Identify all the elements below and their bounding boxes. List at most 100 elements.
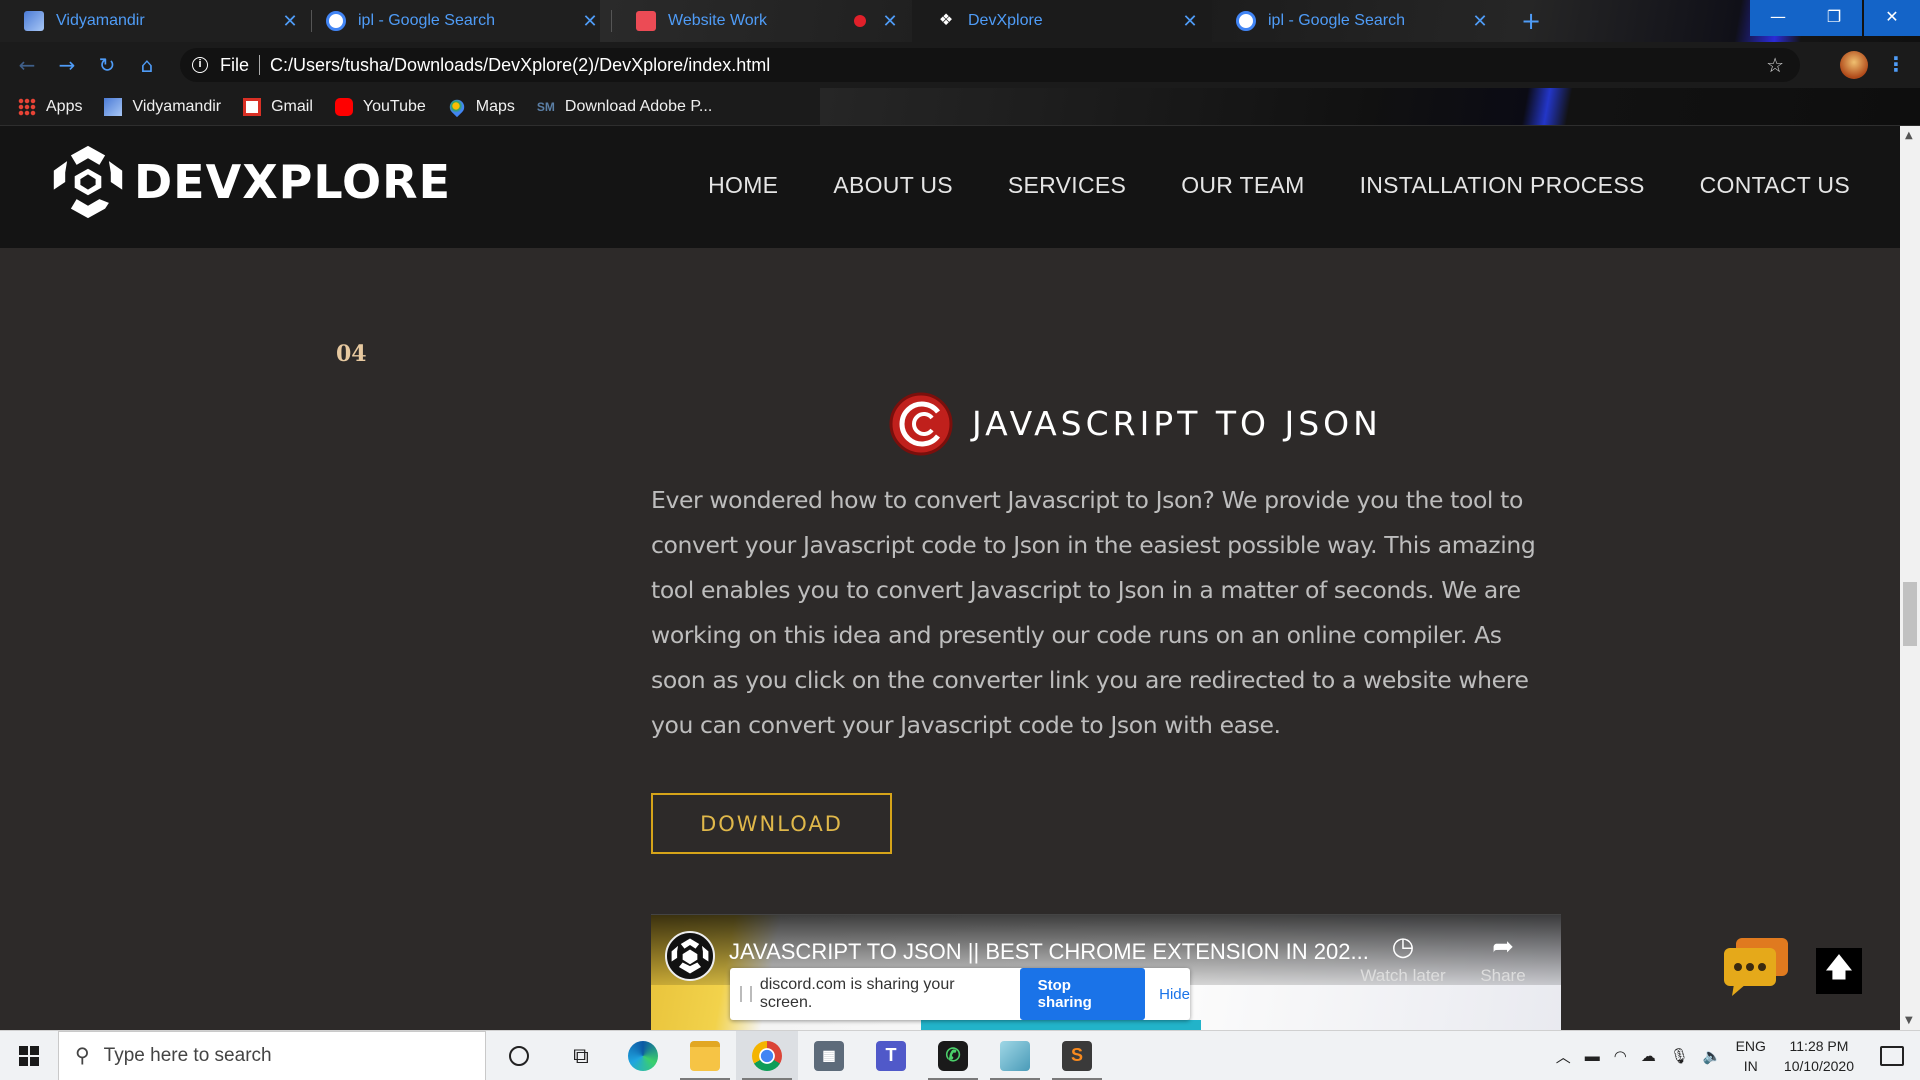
watch-later-label: Watch later	[1360, 966, 1446, 985]
teams-button[interactable]: T	[860, 1031, 922, 1080]
back-arrow-icon[interactable]: ←	[14, 52, 40, 78]
close-icon[interactable]: ✕	[1180, 11, 1200, 32]
screen-share-notification: discord.com is sharing your screen. Stop…	[730, 968, 1190, 1020]
bookmark-youtube[interactable]: YouTube	[334, 97, 426, 116]
teams-icon: T	[876, 1040, 906, 1071]
close-icon[interactable]: ✕	[1470, 11, 1490, 32]
tab-website-work[interactable]: Website Work ✕	[612, 0, 912, 42]
watch-later-button[interactable]: ◷ Watch later	[1358, 931, 1448, 986]
nav-about-us[interactable]: ABOUT US	[833, 172, 953, 199]
scroll-up-icon[interactable]: ▲	[1905, 130, 1913, 141]
bookmarks-bar: Apps Vidyamandir Gmail YouTube Maps SM D…	[0, 88, 1920, 126]
start-button[interactable]	[0, 1031, 58, 1080]
bookmark-apps[interactable]: Apps	[18, 97, 82, 116]
drag-handle-icon[interactable]	[740, 986, 752, 1002]
bookmark-label: Download Adobe P...	[564, 97, 713, 115]
share-label: Share	[1480, 966, 1526, 985]
notepad-button[interactable]	[984, 1031, 1046, 1080]
site-logo[interactable]: DEVXPLORE	[50, 144, 451, 220]
scrollbar-thumb[interactable]	[1903, 582, 1917, 646]
page-scrollbar[interactable]: ▲ ▼	[1900, 126, 1920, 1030]
battery-icon[interactable]: ▬	[1585, 1048, 1600, 1065]
nav-home[interactable]: HOME	[708, 172, 778, 199]
minimize-button[interactable]: —	[1750, 0, 1806, 36]
stop-sharing-button[interactable]: Stop sharing	[1019, 968, 1146, 1020]
bookmark-label: YouTube	[362, 97, 426, 115]
scroll-to-top-button[interactable]: 🡅	[1816, 948, 1862, 994]
bookmark-star-icon[interactable]: ☆	[1766, 53, 1784, 78]
apps-grid-icon	[18, 97, 36, 116]
taskbar-apps: ⧉ ▦ T ✆ S	[488, 1030, 1108, 1080]
bookmark-gmail[interactable]: Gmail	[243, 97, 313, 116]
home-icon[interactable]: ⌂	[134, 52, 160, 78]
calculator-icon: ▦	[814, 1040, 844, 1071]
devxplore-favicon: ❖	[938, 12, 954, 29]
file-explorer-button[interactable]	[674, 1031, 736, 1080]
logo-wordmark: DEVXPLORE	[134, 155, 452, 209]
url-text[interactable]: C:/Users/tusha/Downloads/DevXplore(2)/De…	[270, 55, 770, 76]
video-thumbnail-accent	[921, 1020, 1201, 1030]
kebab-menu-icon[interactable]: ⋮	[1886, 52, 1906, 76]
language-code: ENG	[1735, 1038, 1766, 1054]
restore-button[interactable]: ❐	[1806, 0, 1862, 36]
clock-time: 11:28 PM	[1789, 1038, 1849, 1054]
tab-title: ipl - Google Search	[1268, 12, 1405, 29]
system-clock[interactable]: 11:28 PM 10/10/2020	[1784, 1036, 1854, 1076]
close-icon[interactable]: ✕	[580, 11, 600, 32]
whatsapp-button[interactable]: ✆	[922, 1031, 984, 1080]
tab-vidyamandir[interactable]: Vidyamandir ✕	[0, 0, 312, 42]
sublime-button[interactable]: S	[1046, 1031, 1108, 1080]
theme-background	[820, 88, 1920, 125]
video-title[interactable]: JAVASCRIPT TO JSON || BEST CHROME EXTENS…	[729, 939, 1369, 965]
hide-button[interactable]: Hide	[1159, 986, 1190, 1003]
nav-contact-us[interactable]: CONTACT US	[1700, 172, 1850, 199]
close-icon[interactable]: ✕	[880, 11, 900, 32]
tab-ipl-google-search-2[interactable]: ipl - Google Search ✕	[1212, 0, 1502, 42]
devxplore-logo-icon	[53, 145, 123, 219]
javascript-to-json-logo-icon	[889, 392, 953, 456]
system-tray: ︿ ▬ ◠ ☁ 🎙 🔈 ENG IN 11:28 PM 10/10/2020	[1556, 1031, 1920, 1080]
divider	[259, 55, 261, 75]
cortana-button[interactable]	[488, 1031, 550, 1080]
wifi-icon[interactable]: ◠	[1614, 1047, 1627, 1065]
nav-services[interactable]: SERVICES	[1008, 172, 1126, 199]
microphone-icon[interactable]: 🎙	[1670, 1047, 1689, 1065]
tab-devxplore[interactable]: ❖ DevXplore ✕	[912, 0, 1212, 42]
bookmark-label: Gmail	[271, 97, 313, 115]
share-arrow-icon: ➦	[1492, 931, 1514, 961]
reload-icon[interactable]: ↻	[94, 52, 120, 78]
show-hidden-icons-icon[interactable]: ︿	[1556, 1046, 1571, 1067]
bookmark-vidyamandir[interactable]: Vidyamandir	[104, 97, 222, 116]
channel-avatar[interactable]	[665, 931, 715, 981]
share-button[interactable]: ➦ Share	[1458, 931, 1548, 986]
screen-share-message: discord.com is sharing your screen.	[759, 976, 955, 1011]
nav-our-team[interactable]: OUR TEAM	[1181, 172, 1304, 199]
chat-bubble-icon[interactable]	[1720, 936, 1792, 998]
download-button[interactable]: DOWNLOAD	[651, 793, 892, 854]
tab-ipl-google-search-1[interactable]: ipl - Google Search ✕	[312, 0, 612, 42]
edge-button[interactable]	[612, 1031, 674, 1080]
main-nav: HOME ABOUT US SERVICES OUR TEAM INSTALLA…	[653, 172, 1850, 199]
forward-arrow-icon[interactable]: →	[54, 52, 80, 78]
search-icon: ⚲	[75, 1045, 90, 1067]
notification-center-icon[interactable]	[1880, 1046, 1904, 1066]
profile-avatar[interactable]	[1840, 51, 1868, 79]
taskbar-search-box[interactable]: ⚲ Type here to search	[58, 1030, 486, 1080]
calculator-button[interactable]: ▦	[798, 1031, 860, 1080]
info-icon[interactable]: i	[192, 57, 208, 73]
address-bar[interactable]: i File C:/Users/tusha/Downloads/DevXplor…	[180, 48, 1800, 82]
chrome-button[interactable]	[736, 1030, 798, 1080]
close-icon[interactable]: ✕	[280, 11, 300, 32]
input-language[interactable]: ENG IN	[1736, 1036, 1766, 1076]
nav-installation-process[interactable]: INSTALLATION PROCESS	[1360, 172, 1645, 199]
bookmark-download-adobe[interactable]: SM Download Adobe P...	[537, 98, 712, 116]
clock-icon: ◷	[1391, 931, 1415, 961]
bookmark-maps[interactable]: Maps	[446, 96, 515, 117]
close-window-button[interactable]: ✕	[1864, 0, 1920, 36]
bookmark-label: Vidyamandir	[132, 97, 222, 115]
new-tab-button[interactable]: +	[1516, 6, 1546, 36]
task-view-button[interactable]: ⧉	[550, 1031, 612, 1080]
volume-icon[interactable]: 🔈	[1703, 1047, 1722, 1065]
onedrive-icon[interactable]: ☁	[1641, 1047, 1656, 1065]
scroll-down-icon[interactable]: ▼	[1905, 1015, 1913, 1026]
